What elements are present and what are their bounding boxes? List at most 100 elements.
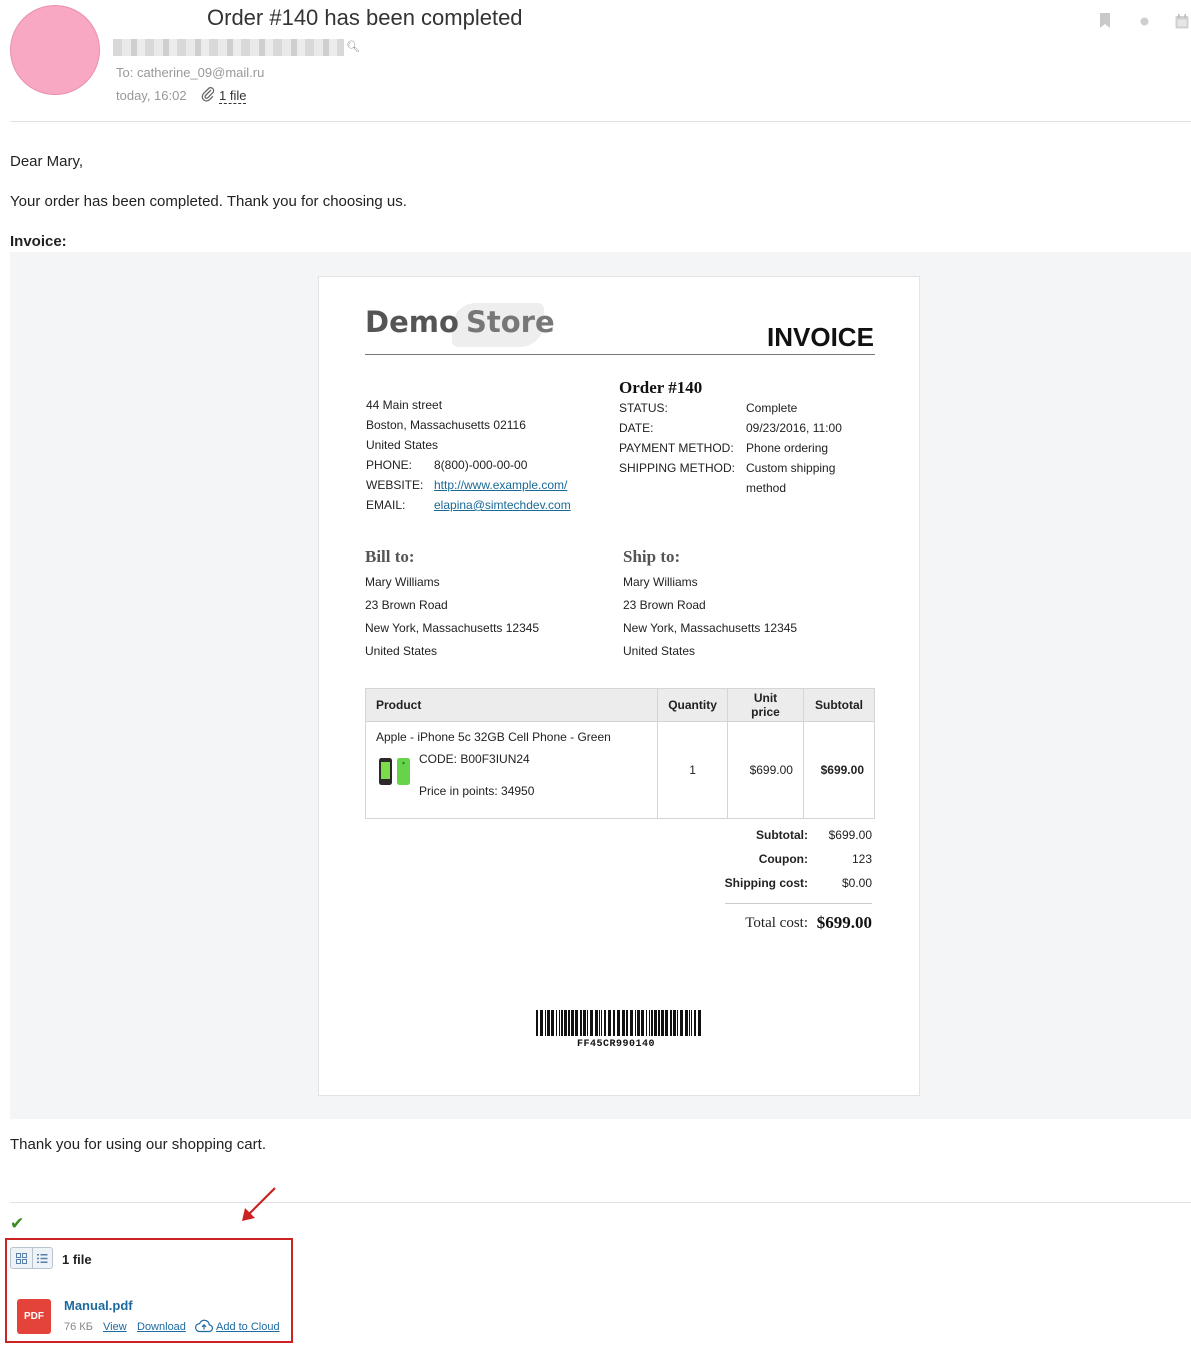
attachment-filename[interactable]: Manual.pdf <box>64 1298 133 1313</box>
sender-name-blurred <box>113 39 344 56</box>
bill-to-city: New York, Massachusetts 12345 <box>365 621 540 635</box>
barcode-bar <box>630 1010 633 1036</box>
col-unit-price-header: Unit price <box>727 688 804 722</box>
barcode-bar <box>613 1010 615 1036</box>
barcode-bar <box>691 1010 692 1036</box>
order-date: 09/23/2016, 11:00 <box>746 421 842 435</box>
barcode-bar <box>698 1010 701 1036</box>
barcode-bar <box>568 1010 570 1036</box>
bill-to-heading: Bill to: <box>365 547 415 566</box>
email-date: today, 16:02 <box>116 88 187 103</box>
barcode-bar <box>626 1010 628 1036</box>
calendar-icon[interactable] <box>1175 14 1189 29</box>
invoice-label: Invoice: <box>10 233 67 250</box>
product-subtotal: $699.00 <box>802 721 876 819</box>
ship-to-city: New York, Massachusetts 12345 <box>623 621 798 635</box>
barcode-bar <box>608 1010 611 1036</box>
totals-coupon-label: Coupon: <box>758 852 808 866</box>
barcode-bar <box>635 1010 636 1036</box>
totals-divider <box>725 903 872 904</box>
order-shipping-label: SHIPPING METHOD: <box>619 461 736 475</box>
bookmark-icon[interactable] <box>1099 13 1111 29</box>
attachment-download-link[interactable]: Download <box>137 1321 186 1333</box>
product-name: Apple - iPhone 5c 32GB Cell Phone - Gree… <box>376 730 611 744</box>
attachments-divider <box>10 1202 1191 1203</box>
table-row: Apple - iPhone 5c 32GB Cell Phone - Gree… <box>364 721 876 819</box>
cloud-upload-icon[interactable] <box>195 1319 213 1333</box>
barcode-bar <box>536 1010 538 1036</box>
company-country: United States <box>366 438 439 452</box>
product-quantity: 1 <box>657 721 729 819</box>
list-view-icon[interactable] <box>37 1253 48 1264</box>
sender-avatar <box>10 5 100 95</box>
attachment-view-link[interactable]: View <box>103 1321 127 1333</box>
intro-text: Your order has been completed. Thank you… <box>10 193 407 210</box>
order-items-table: Product Quantity Unit price Subtotal App… <box>364 688 876 819</box>
invoice-title: INVOICE <box>767 322 874 352</box>
barcode-bar <box>661 1010 664 1036</box>
product-points: Price in points: 34950 <box>419 784 535 798</box>
ship-to-heading: Ship to: <box>623 547 681 566</box>
order-status: Complete <box>746 401 798 415</box>
barcode-bar <box>658 1010 660 1036</box>
annotation-arrow-icon <box>242 1187 276 1221</box>
pdf-file-icon[interactable]: PDF <box>17 1299 51 1334</box>
col-quantity-header: Quantity <box>657 688 729 722</box>
search-icon[interactable]: 🔍︎ <box>346 40 360 53</box>
barcode-bar <box>580 1010 582 1036</box>
attachments-view-toggle[interactable] <box>10 1247 53 1269</box>
totals-shipping-value: $0.00 <box>841 876 872 890</box>
attachments-link[interactable]: 1 file <box>219 89 247 104</box>
barcode-bar <box>622 1010 625 1036</box>
table-header-row: Product Quantity Unit price Subtotal <box>364 688 876 722</box>
product-code: CODE: B00F3IUN24 <box>419 752 530 766</box>
ship-to-country: United States <box>623 644 696 658</box>
barcode-bar <box>617 1010 620 1036</box>
barcode-bar <box>689 1010 690 1036</box>
product-unit-price: $699.00 <box>727 721 804 819</box>
total-cost-value: $699.00 <box>816 913 872 932</box>
barcode-bar <box>599 1010 600 1036</box>
barcode-bar <box>575 1010 578 1036</box>
totals-subtotal-value: $699.00 <box>828 828 872 842</box>
order-status-label: STATUS: <box>619 401 668 415</box>
total-cost-label: Total cost: <box>745 915 808 931</box>
grid-view-icon[interactable] <box>16 1253 27 1264</box>
company-email-link[interactable]: elapina@simtechdev.com <box>434 498 571 512</box>
checkmark-icon: ✔ <box>10 1214 25 1233</box>
company-website-link[interactable]: http://www.example.com/ <box>434 478 567 492</box>
barcode-bar <box>583 1010 586 1036</box>
paperclip-icon <box>201 87 215 102</box>
barcode-bar <box>685 1010 688 1036</box>
barcode-bar <box>561 1010 563 1036</box>
ship-to-name: Mary Williams <box>623 575 698 589</box>
barcode-bar <box>654 1010 657 1036</box>
barcode-bar <box>559 1010 560 1036</box>
barcode-bar <box>595 1010 598 1036</box>
barcode-bar <box>649 1010 650 1036</box>
barcode-bar <box>694 1010 696 1036</box>
unread-dot-icon[interactable] <box>1140 17 1149 26</box>
order-payment: Phone ordering <box>746 441 829 455</box>
email-subject: Order #140 has been completed <box>207 5 523 30</box>
company-city: Boston, Massachusetts 02116 <box>366 418 526 432</box>
company-street: 44 Main street <box>366 398 443 412</box>
attachment-add-to-cloud-link[interactable]: Add to Cloud <box>216 1321 280 1333</box>
company-phone: 8(800)-000-00-00 <box>434 458 528 472</box>
bill-to-country: United States <box>365 644 438 658</box>
product-cell: Apple - iPhone 5c 32GB Cell Phone - Gree… <box>364 721 659 819</box>
barcode-bar <box>551 1010 554 1036</box>
bill-to-name: Mary Williams <box>365 575 440 589</box>
barcode-bar <box>545 1010 546 1036</box>
store-logo-store: Store <box>466 305 555 339</box>
attachment-size: 76 КБ <box>64 1321 93 1333</box>
barcode-bar <box>556 1010 557 1036</box>
barcode-bar <box>651 1010 653 1036</box>
company-website-label: WEBSITE: <box>366 478 424 492</box>
totals-subtotal-label: Subtotal: <box>756 828 808 842</box>
barcode-bar <box>677 1010 678 1036</box>
product-thumbnail <box>379 758 410 785</box>
attachments-count: 1 file <box>62 1252 92 1267</box>
barcode-bar <box>587 1010 588 1036</box>
barcode-text: FF45CR990140 <box>577 1039 656 1050</box>
